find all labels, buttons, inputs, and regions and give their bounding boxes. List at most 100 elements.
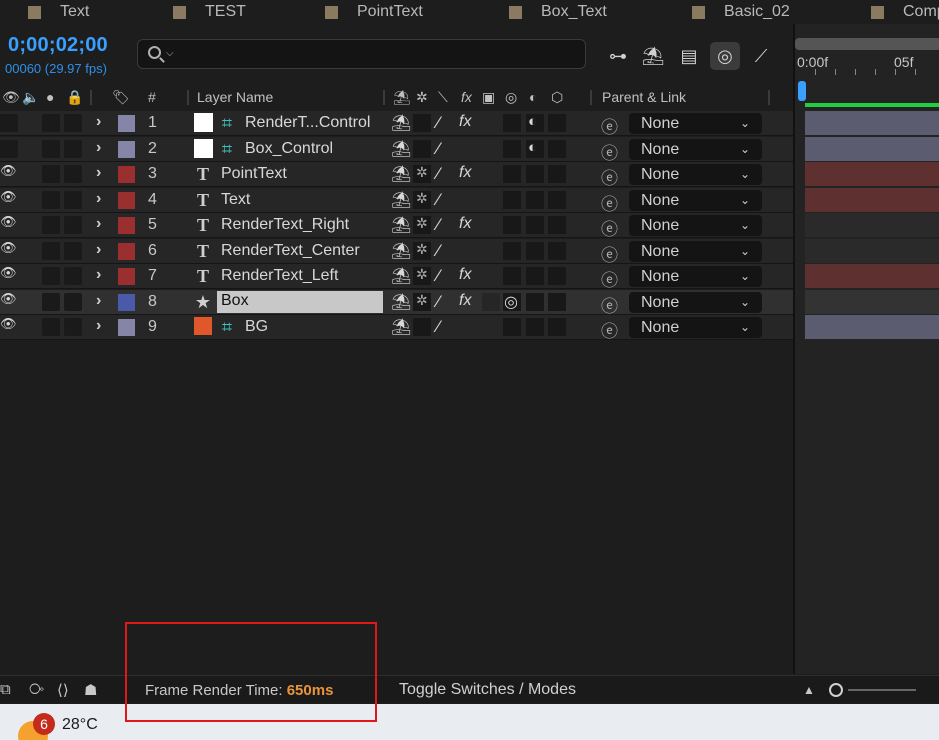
adjustment-switch[interactable] (526, 242, 544, 260)
shy-switch-icon[interactable]: ⛱ (391, 139, 411, 159)
parent-select[interactable]: None ⌄ (629, 215, 762, 236)
layer-row[interactable]: › 1 ⌗ RenderT...Control ⛱ ⁄ fx ◐ ⓔ None ⌄ (0, 111, 793, 137)
parent-select[interactable]: None ⌄ (629, 139, 762, 160)
parent-select[interactable]: None ⌄ (629, 164, 762, 185)
3d-layer-switch[interactable] (548, 140, 566, 158)
motion-blur-button[interactable]: ◎ (710, 42, 740, 70)
transfer-controls-toggle-icon[interactable]: ⧂ (29, 681, 44, 698)
pick-whip-icon[interactable]: ⓔ (601, 241, 618, 266)
label-color-swatch[interactable] (118, 115, 135, 132)
visibility-eye-icon[interactable]: 👁 (0, 316, 17, 332)
layer-duration-bar[interactable] (805, 162, 939, 186)
adjustment-icon[interactable]: ◐ (528, 139, 537, 156)
solo-toggle[interactable] (42, 267, 60, 285)
layer-duration-bar[interactable] (805, 188, 939, 212)
layer-name[interactable]: Box_Control (245, 140, 333, 158)
lock-toggle[interactable] (64, 114, 82, 132)
frame-blending-button[interactable]: ▤ (674, 42, 704, 70)
adjustment-switch[interactable] (526, 216, 544, 234)
visibility-eye-icon[interactable]: 👁 (0, 240, 17, 256)
adjustment-icon[interactable]: ◐ (528, 113, 537, 130)
shy-layers-button[interactable]: ⛱ (638, 42, 668, 70)
search-input[interactable]: ⌵ (137, 39, 586, 69)
shy-switch-icon[interactable]: ⛱ (391, 164, 411, 184)
frame-blend-switch[interactable] (482, 191, 500, 209)
motion-blur-switch[interactable] (503, 318, 521, 336)
collapse-sun-icon[interactable]: ✲ (416, 266, 428, 283)
tab-test[interactable]: TEST (173, 2, 246, 22)
label-color-swatch[interactable] (118, 166, 135, 183)
collapse-sun-icon[interactable]: ✲ (416, 164, 428, 181)
shy-switch-icon[interactable]: ⛱ (391, 317, 411, 337)
adjustment-switch[interactable] (526, 293, 544, 311)
solo-toggle[interactable] (42, 165, 60, 183)
audio-icon[interactable]: 🔈 (22, 89, 39, 106)
adjustment-switch[interactable] (526, 267, 544, 285)
zoom-slider-handle[interactable] (829, 683, 843, 697)
quality-switch-icon[interactable]: ⁄ (437, 164, 440, 184)
layer-duration-bar[interactable] (805, 290, 939, 314)
collapse-sun-icon[interactable]: ✲ (416, 215, 428, 232)
collapse-sun-icon[interactable]: ✲ (416, 190, 428, 207)
solo-icon[interactable]: ● (46, 89, 54, 105)
label-color-swatch[interactable] (118, 294, 135, 311)
3d-layer-switch[interactable] (548, 114, 566, 132)
quality-switch-icon[interactable]: ⁄ (437, 215, 440, 235)
frame-blend-switch[interactable] (482, 293, 500, 311)
expand-chevron-icon[interactable]: › (96, 190, 101, 208)
layer-row[interactable]: › 2 ⌗ Box_Control ⛱ ⁄ ◐ ⓔ None ⌄ (0, 137, 793, 164)
work-area-bar[interactable] (805, 103, 939, 107)
tab-box-text[interactable]: Box_Text (509, 2, 607, 22)
frame-blend-switch[interactable] (482, 140, 500, 158)
3d-layer-switch[interactable] (548, 267, 566, 285)
pick-whip-icon[interactable]: ⓔ (601, 164, 618, 189)
effect-fx-icon[interactable]: fx (459, 292, 471, 310)
motion-blur-switch[interactable] (503, 114, 521, 132)
layer-row[interactable]: 👁 › 7 T RenderText_Left ⛱ ✲ ⁄ fx ⓔ None ⌄ (0, 264, 793, 290)
in-out-toggle-icon[interactable]: ⟨⟩ (57, 681, 69, 699)
collapse-sun-icon[interactable]: ✲ (416, 292, 428, 309)
layer-row[interactable]: 👁 › 4 T Text ⛱ ✲ ⁄ ⓔ None ⌄ (0, 188, 793, 214)
layer-name[interactable]: RenderText_Center (221, 242, 360, 260)
3d-layer-switch[interactable] (548, 216, 566, 234)
quality-switch-icon[interactable]: ⁄ (437, 266, 440, 286)
motion-blur-switch[interactable] (503, 267, 521, 285)
pick-whip-icon[interactable]: ⓔ (601, 215, 618, 240)
layer-duration-bar[interactable] (805, 264, 939, 288)
graph-editor-button[interactable]: ⟋ (746, 42, 776, 70)
frame-blend-switch[interactable] (482, 114, 500, 132)
expand-chevron-icon[interactable]: › (96, 113, 101, 131)
pick-whip-icon[interactable]: ⓔ (601, 317, 618, 342)
label-color-swatch[interactable] (118, 192, 135, 209)
layer-name[interactable]: RenderT...Control (245, 114, 370, 132)
layer-row[interactable]: 👁 › 6 T RenderText_Center ⛱ ✲ ⁄ ⓔ None ⌄ (0, 239, 793, 266)
lock-toggle[interactable] (64, 267, 82, 285)
pick-whip-icon[interactable]: ⓔ (601, 139, 618, 164)
comp-flowchart-button[interactable]: ⊶ (603, 42, 633, 70)
parent-select[interactable]: None ⌄ (629, 266, 762, 287)
current-time-indicator[interactable] (798, 81, 806, 101)
motion-blur-on-icon[interactable]: ◎ (504, 292, 518, 312)
layer-name[interactable]: Text (221, 191, 250, 209)
lock-toggle[interactable] (64, 318, 82, 336)
layer-name[interactable]: PointText (221, 165, 287, 183)
expand-chevron-icon[interactable]: › (96, 317, 101, 335)
zoom-out-icon[interactable]: ▲ (803, 683, 815, 697)
layer-row[interactable]: 👁 › 3 T PointText ⛱ ✲ ⁄ fx ⓔ None ⌄ (0, 162, 793, 189)
collapse-switch[interactable] (413, 114, 431, 132)
render-time-toggle-icon[interactable]: ☗ (84, 681, 97, 699)
visibility-eye-icon[interactable]: 👁 (0, 163, 17, 179)
expand-chevron-icon[interactable]: › (96, 139, 101, 157)
layer-duration-bar[interactable] (805, 315, 939, 339)
3d-layer-switch[interactable] (548, 242, 566, 260)
effect-fx-icon[interactable]: fx (459, 266, 471, 284)
quality-switch-icon[interactable]: ⁄ (437, 139, 440, 159)
tab-pointtext[interactable]: PointText (325, 2, 423, 22)
label-color-swatch[interactable] (118, 243, 135, 260)
time-navigator[interactable] (795, 38, 939, 50)
visibility-toggle[interactable] (0, 114, 18, 132)
zoom-slider-track[interactable] (848, 689, 916, 691)
parent-select[interactable]: None ⌄ (629, 241, 762, 262)
visibility-eye-icon[interactable]: 👁 (0, 291, 17, 307)
expand-chevron-icon[interactable]: › (96, 164, 101, 182)
